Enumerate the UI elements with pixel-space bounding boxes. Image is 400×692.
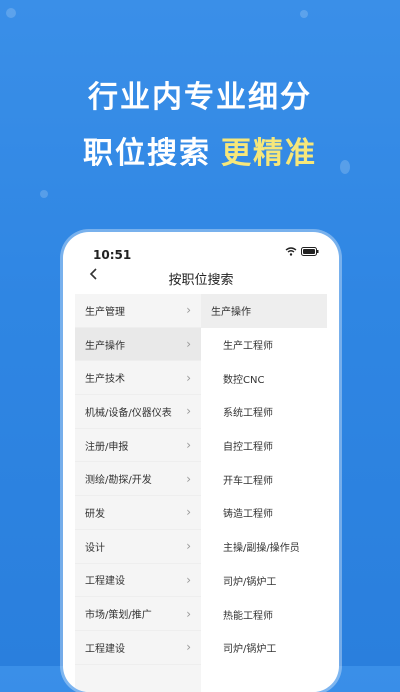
subcategory-item[interactable]: 系统工程师 <box>201 395 327 429</box>
chevron-right-icon: › <box>186 404 191 419</box>
category-item[interactable]: 工程建设 › <box>75 564 201 598</box>
subcategory-item[interactable]: 开车工程师 <box>201 462 327 496</box>
decor-dot <box>300 10 308 18</box>
chevron-right-icon: › <box>186 640 191 655</box>
battery-icon <box>301 247 319 256</box>
category-item[interactable]: 研发 › <box>75 496 201 530</box>
subcategory-item[interactable]: 铸造工程师 <box>201 496 327 530</box>
chevron-right-icon: › <box>186 606 191 621</box>
headline-main: 职位搜索 <box>83 136 211 171</box>
chevron-right-icon: › <box>186 572 191 587</box>
category-label: 研发 <box>85 508 105 520</box>
category-item[interactable]: 设计 › <box>75 530 201 564</box>
category-item[interactable]: 机械/设备/仪器仪表 › <box>75 395 201 429</box>
category-item[interactable]: 注册/申报 › <box>75 429 201 463</box>
category-item[interactable]: 生产管理 › <box>75 294 201 328</box>
category-label: 市场/策划/推广 <box>85 610 152 622</box>
headline-line2: 职位搜索 更精准 <box>0 128 400 172</box>
category-list: 生产管理 › 生产操作 › 生产技术 › 机械/设备/仪器仪表 › 注册/申报 › 测绘/勘探/开发… <box>75 294 201 692</box>
category-label: 工程建设 <box>85 576 125 588</box>
chevron-right-icon: › <box>186 539 191 554</box>
chevron-right-icon: › <box>186 337 191 352</box>
category-item[interactable]: 生产操作 › <box>75 327 201 362</box>
chevron-right-icon: › <box>186 471 191 486</box>
subcategory-item[interactable]: 数控CNC <box>201 361 327 395</box>
chevron-right-icon: › <box>186 438 191 453</box>
category-label: 测绘/勘探/开发 <box>85 475 152 487</box>
subcategory-item[interactable]: 自控工程师 <box>201 429 327 463</box>
subcategory-item[interactable]: 热能工程师 <box>201 597 327 631</box>
category-label: 设计 <box>85 542 105 554</box>
category-label: 工程建设 <box>85 643 125 655</box>
chevron-right-icon: › <box>186 370 191 385</box>
category-item[interactable]: 市场/策划/推广 › <box>75 597 201 631</box>
nav-bar: 按职位搜索 <box>63 266 339 294</box>
chevron-right-icon: › <box>186 303 191 318</box>
category-item[interactable]: 生产技术 › <box>75 361 201 396</box>
category-label: 生产技术 <box>85 374 125 386</box>
subcategory-item[interactable]: 司炉/锅炉工 <box>201 631 327 665</box>
subcategory-item[interactable]: 生产工程师 <box>201 328 327 362</box>
category-label: 机械/设备/仪器仪表 <box>85 407 172 419</box>
category-item[interactable]: 测绘/勘探/开发 › <box>75 462 201 497</box>
headline-accent: 更精准 <box>221 136 317 171</box>
category-item[interactable]: 工程建设 › <box>75 631 201 665</box>
category-label: 注册/申报 <box>85 441 129 453</box>
subcategory-list: 生产操作 生产工程师 数控CNC 系统工程师 自控工程师 开车工程师 铸造工程师 主操/副操/… <box>201 294 327 692</box>
decor-dot <box>6 8 16 18</box>
chevron-right-icon: › <box>186 505 191 520</box>
phone-mockup: 10:51 按职位搜索 生产管理 › 生产操作 › 生产技术 › 机械/设备/仪器仪表 › 注册… <box>63 232 339 692</box>
category-label: 生产操作 <box>85 340 125 352</box>
subcategory-header: 生产操作 <box>201 294 327 328</box>
status-time: 10:51 <box>93 248 132 262</box>
decor-dot <box>40 190 48 198</box>
category-panes: 生产管理 › 生产操作 › 生产技术 › 机械/设备/仪器仪表 › 注册/申报 › 测绘/勘探/开发… <box>75 294 327 692</box>
subcategory-item[interactable]: 主操/副操/操作员 <box>201 530 327 564</box>
wifi-icon <box>285 247 297 256</box>
category-label: 生产管理 <box>85 306 125 318</box>
page-title: 按职位搜索 <box>168 273 234 288</box>
headline-line1: 行业内专业细分 <box>88 80 312 115</box>
status-icons <box>285 247 319 256</box>
subcategory-item[interactable]: 司炉/锅炉工 <box>201 564 327 598</box>
